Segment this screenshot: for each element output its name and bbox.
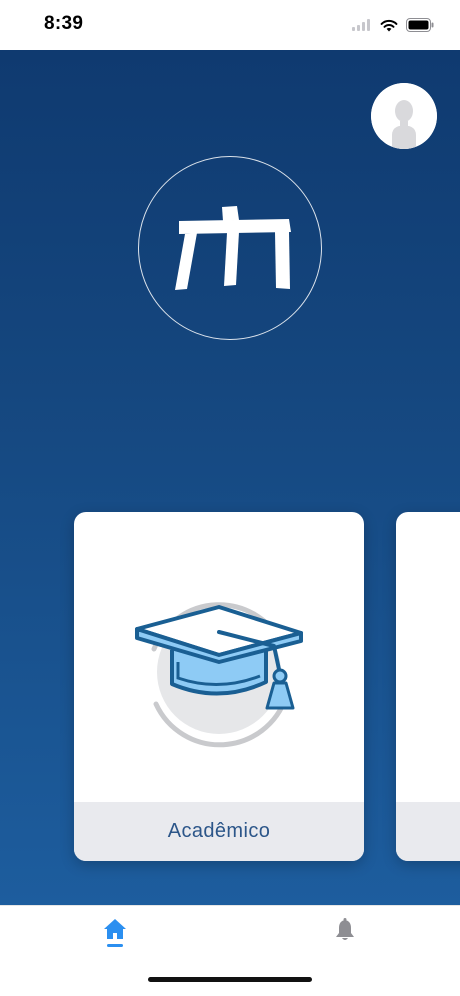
tab-home[interactable] [85,918,145,962]
battery-icon [406,18,434,32]
card-label: Acadêmico [167,820,271,842]
status-time: 8:39 [44,13,84,34]
graduation-cap-icon [135,602,303,748]
active-tab-indicator [107,944,123,947]
card-footer [396,802,460,861]
card-footer: Acadêmico [74,802,364,861]
tab-notifications[interactable] [315,918,375,962]
home-indicator [148,977,312,982]
tab-bar [0,905,460,996]
home-icon [104,919,126,939]
bell-icon [336,918,354,940]
status-icons [352,15,434,35]
profile-avatar[interactable] [371,83,437,149]
brand-logo-icon [175,206,291,290]
cellular-icon [352,19,370,31]
card-academico[interactable]: Acadêmico [74,512,364,861]
card-image [74,512,364,802]
home-hero: Acadêmico [0,50,460,905]
status-bar: 8:39 [0,0,460,50]
card-next[interactable] [396,512,460,861]
wifi-icon [380,19,398,31]
brand-logo [138,156,322,340]
user-avatar-icon [371,83,437,149]
